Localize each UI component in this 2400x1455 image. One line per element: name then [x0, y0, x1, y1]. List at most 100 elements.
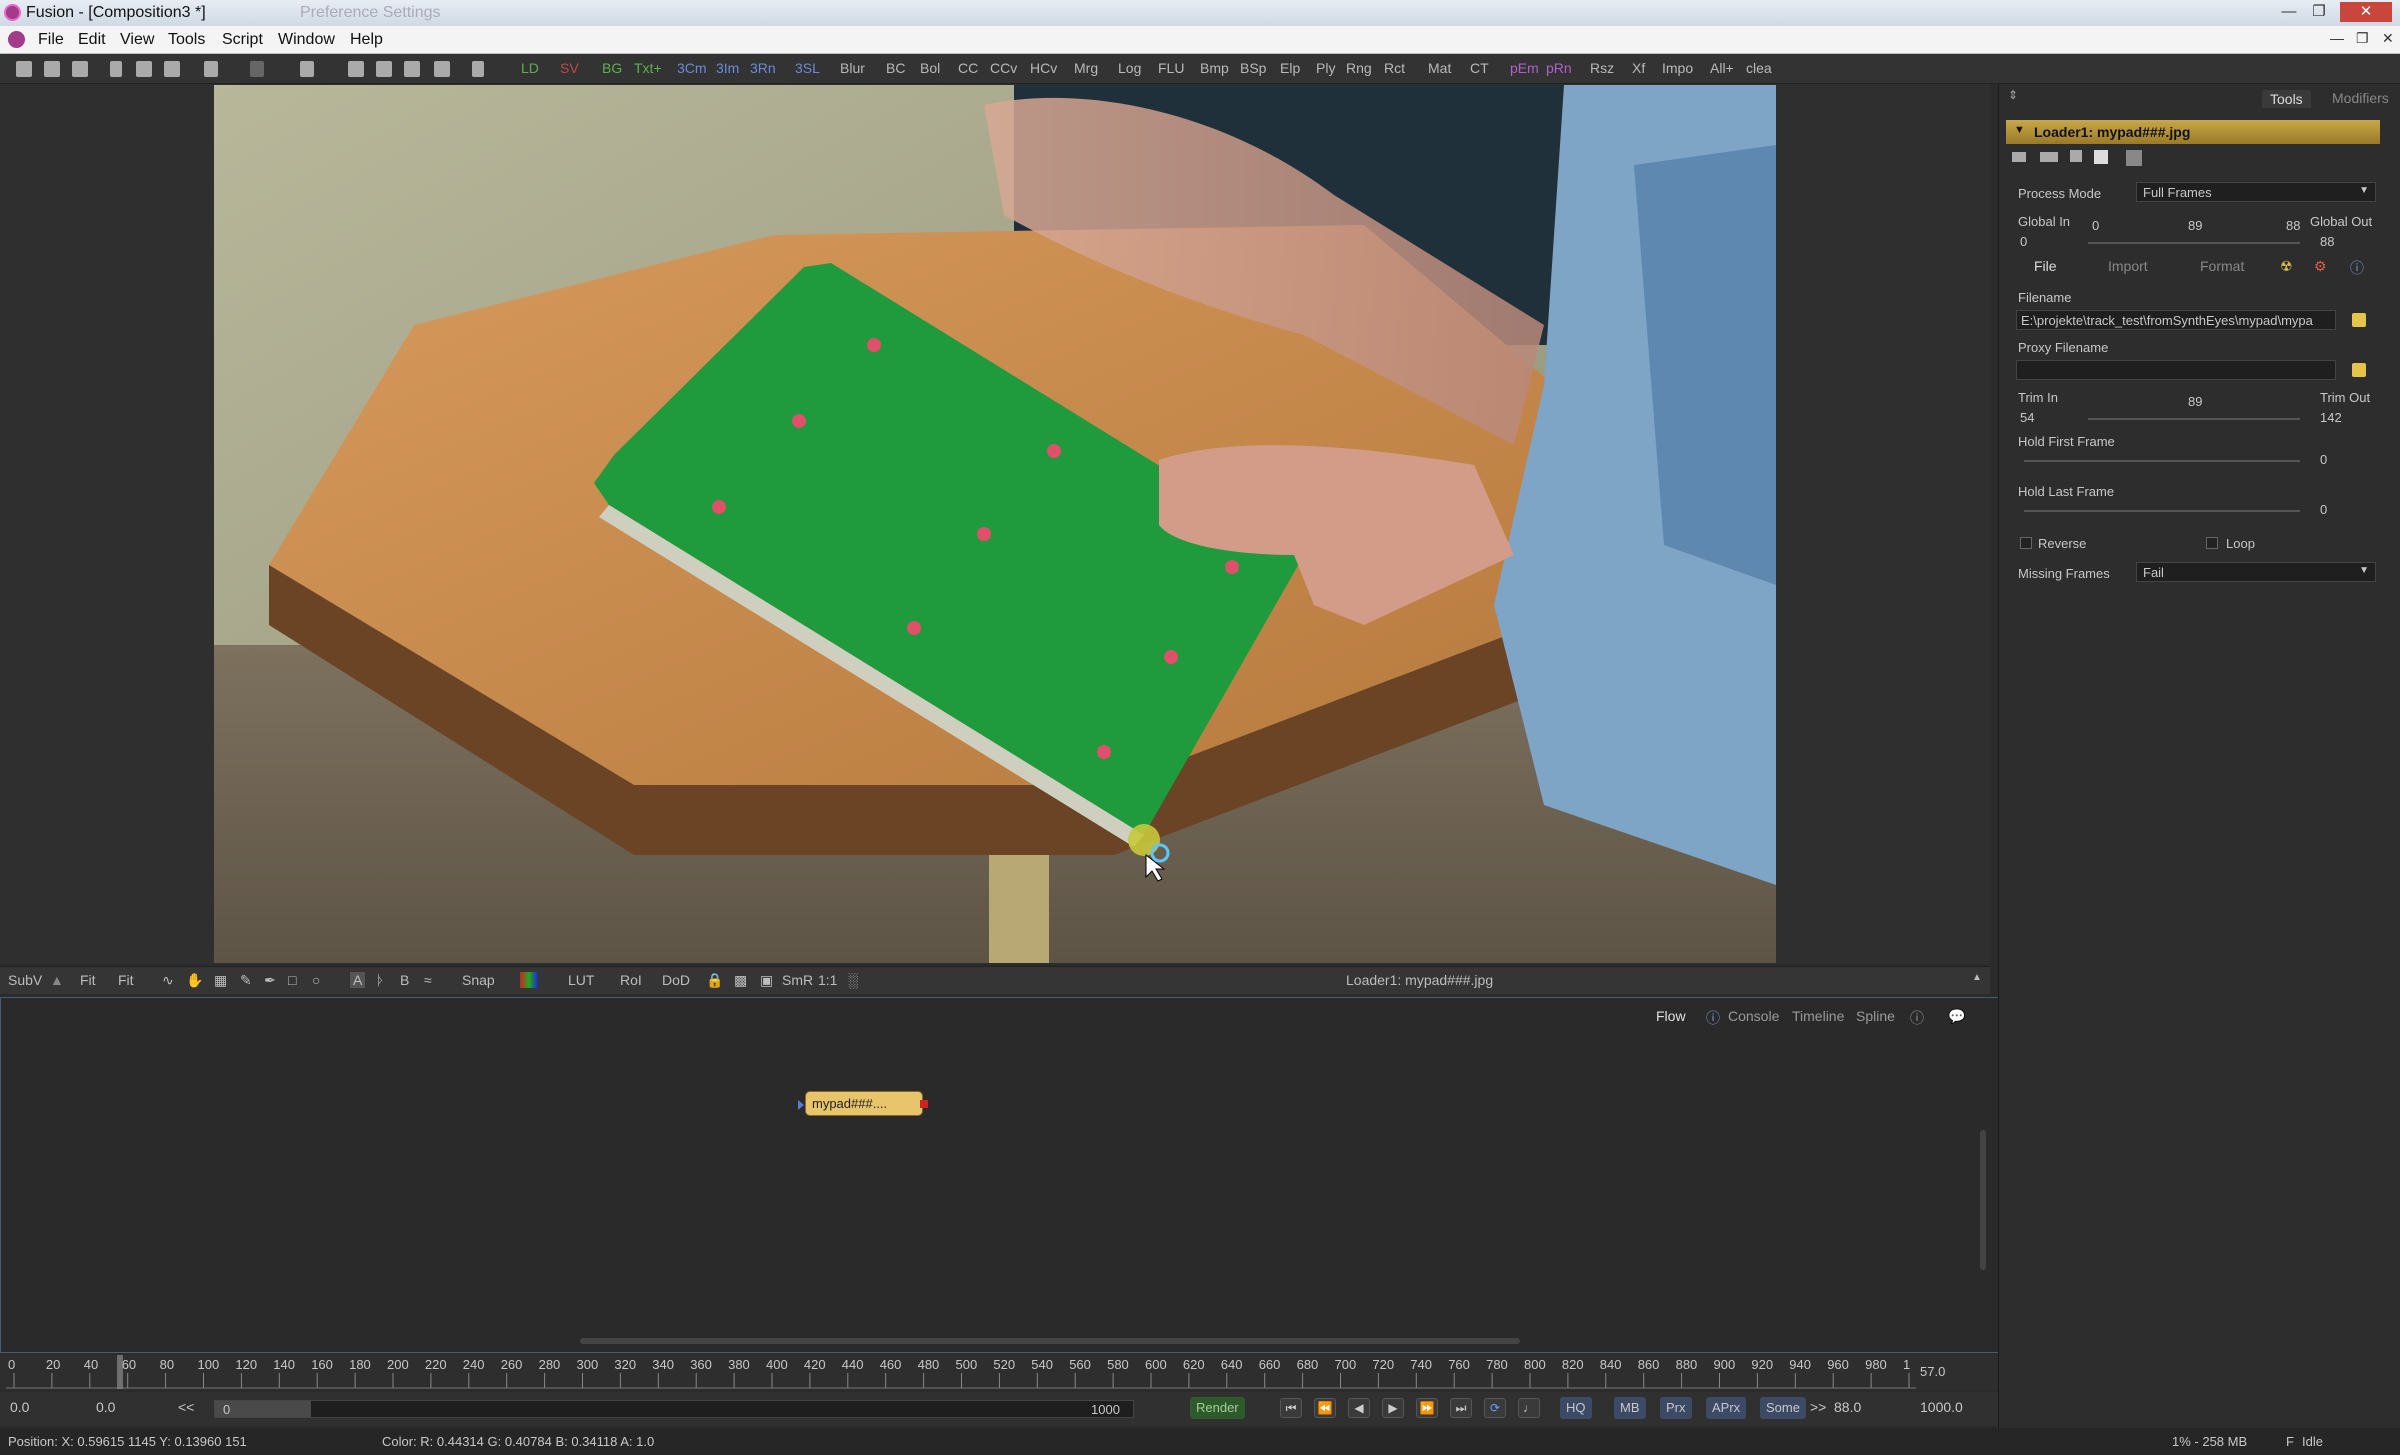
tool-button-3cm[interactable]: 3Cm	[677, 60, 707, 76]
mdi-restore-icon[interactable]: ❐	[2356, 30, 2369, 47]
new-icon[interactable]	[16, 61, 32, 77]
tool-button-cc[interactable]: CC	[958, 60, 978, 76]
undo-icon[interactable]	[204, 61, 218, 77]
alpha-b-button[interactable]: ᚦ	[376, 972, 384, 988]
snap-button[interactable]: Snap	[462, 972, 495, 988]
menu-tools[interactable]: Tools	[168, 31, 205, 49]
guides-icon[interactable]: ≈	[424, 972, 432, 988]
current-time-field[interactable]: 57.0	[1920, 1364, 1945, 1379]
info-circle-icon[interactable]: ⓘ	[1910, 1008, 1924, 1028]
layout-1-icon[interactable]	[348, 61, 364, 77]
tool-button-hcv[interactable]: HCv	[1030, 60, 1057, 76]
mdi-close-icon[interactable]: ✕	[2382, 30, 2394, 47]
reverse-checkbox[interactable]	[2020, 537, 2032, 549]
save-icon[interactable]	[72, 61, 88, 77]
pen-icon[interactable]: ✎	[240, 972, 252, 989]
current-frame-field[interactable]: 88.0	[1834, 1399, 1861, 1415]
tool-button-sv[interactable]: SV	[560, 60, 579, 76]
layout-2-icon[interactable]	[376, 61, 392, 77]
comment-icon[interactable]: 💬	[1948, 1008, 1965, 1025]
viewer-image[interactable]	[214, 85, 1776, 963]
render-button[interactable]: Render	[1190, 1397, 1245, 1419]
menu-help[interactable]: Help	[350, 31, 383, 49]
rectangle-icon[interactable]: □	[288, 972, 296, 988]
proxy-browse-folder-icon[interactable]	[2352, 363, 2366, 377]
roi-button[interactable]: RoI	[620, 972, 642, 988]
collapse-triangle-icon[interactable]: ▼	[2014, 124, 2025, 136]
menu-window[interactable]: Window	[278, 31, 335, 49]
color-channel-icon[interactable]	[520, 972, 538, 988]
tool-button-rsz[interactable]: Rsz	[1590, 60, 1614, 76]
step-forward-icon[interactable]: ⏩	[1416, 1398, 1438, 1418]
fusion-menu-icon[interactable]	[8, 31, 25, 48]
cut-icon[interactable]	[110, 61, 122, 77]
menu-edit[interactable]: Edit	[78, 31, 106, 49]
hand-icon[interactable]: ✋	[186, 972, 203, 989]
tab-tools[interactable]: Tools	[2262, 90, 2311, 108]
tool-button-bol[interactable]: Bol	[920, 60, 940, 76]
filename-field[interactable]: E:\projekte\track_test\fromSynthEyes\myp…	[2016, 310, 2336, 330]
viewer-collapse-icon[interactable]: ▲	[1972, 972, 1982, 983]
script-icon[interactable]	[472, 61, 484, 77]
fit-dropdown[interactable]: Fit	[118, 972, 134, 988]
tool-button-ct[interactable]: CT	[1470, 60, 1489, 76]
minimize-icon[interactable]: —	[2276, 2, 2302, 22]
global-end-field[interactable]: 1000.0	[1920, 1399, 1963, 1415]
prx-button[interactable]: Prx	[1660, 1397, 1692, 1419]
radiation-icon[interactable]: ☢	[2280, 258, 2293, 275]
tool-button-bg[interactable]: BG	[602, 60, 622, 76]
menu-script[interactable]: Script	[222, 31, 263, 49]
hq-button[interactable]: HQ	[1560, 1397, 1592, 1419]
global-start-field[interactable]: 0.0	[10, 1399, 29, 1415]
tool-button-3sl[interactable]: 3SL	[795, 60, 820, 76]
range-slider[interactable]: 0 1000	[214, 1400, 1134, 1418]
tool-button-3im[interactable]: 3Im	[716, 60, 739, 76]
brush-icon[interactable]: ✒	[264, 972, 276, 989]
some-button[interactable]: Some	[1760, 1397, 1806, 1419]
lut-button[interactable]: LUT	[568, 972, 594, 988]
global-out-value[interactable]: 88	[2320, 234, 2334, 249]
stamp-icon[interactable]: ▣	[760, 972, 773, 989]
restore-icon[interactable]: ❐	[2306, 2, 2332, 22]
menu-view[interactable]: View	[120, 31, 154, 49]
hold-first-slider[interactable]	[2024, 460, 2300, 462]
tool-button-pem[interactable]: pEm	[1510, 60, 1539, 76]
global-in-value[interactable]: 0	[2020, 234, 2027, 249]
tool-header[interactable]: ▼ Loader1: mypad###.jpg	[2006, 120, 2380, 144]
tool-button-ply[interactable]: Ply	[1316, 60, 1335, 76]
tool-button-txt[interactable]: Txt+	[634, 60, 662, 76]
pin-icon[interactable]	[2012, 152, 2026, 162]
play-reverse-icon[interactable]: ◀	[1348, 1398, 1370, 1418]
tool-button-clea[interactable]: clea	[1746, 60, 1772, 76]
ratio-button[interactable]: 1:1	[818, 972, 837, 988]
spline-icon[interactable]: ∿	[162, 972, 174, 989]
lock-icon[interactable]: 🔒	[706, 972, 723, 989]
tool-button-ccv[interactable]: CCv	[990, 60, 1017, 76]
loop-checkbox[interactable]	[2206, 537, 2218, 549]
dod-button[interactable]: DoD	[662, 972, 690, 988]
tool-button-impo[interactable]: Impo	[1662, 60, 1693, 76]
tool-button-rct[interactable]: Rct	[1384, 60, 1405, 76]
tab-modifiers[interactable]: Modifiers	[2332, 90, 2389, 106]
copy-icon[interactable]	[136, 61, 152, 77]
grid-icon[interactable]: ▦	[214, 972, 227, 989]
aprx-button[interactable]: APrx	[1706, 1397, 1747, 1419]
circle-icon[interactable]: ○	[312, 972, 320, 988]
info-tab-icon[interactable]: ⓘ	[2350, 258, 2364, 278]
save-settings-icon[interactable]	[2094, 150, 2108, 164]
subtab-format[interactable]: Format	[2200, 258, 2244, 274]
tool-button-bc[interactable]: BC	[886, 60, 905, 76]
checker-icon[interactable]: ▩	[734, 972, 747, 989]
flow-panel[interactable]	[0, 997, 2000, 1353]
flow-vertical-scrollbar[interactable]	[1980, 1130, 1986, 1270]
tab-spline[interactable]: Spline	[1856, 1008, 1895, 1024]
version-icon[interactable]	[2126, 150, 2142, 166]
menu-file[interactable]: File	[38, 31, 64, 49]
layout-4-icon[interactable]	[434, 61, 450, 77]
settings-gear-icon[interactable]: ⚙	[2314, 258, 2327, 275]
step-back-icon[interactable]: ⏪	[1314, 1398, 1336, 1418]
open-icon[interactable]	[44, 61, 60, 77]
tool-button-all[interactable]: All+	[1710, 60, 1734, 76]
scroll-left-icon[interactable]: <<	[178, 1399, 194, 1415]
panel-menu-icon[interactable]: ⇕	[2008, 88, 2018, 102]
